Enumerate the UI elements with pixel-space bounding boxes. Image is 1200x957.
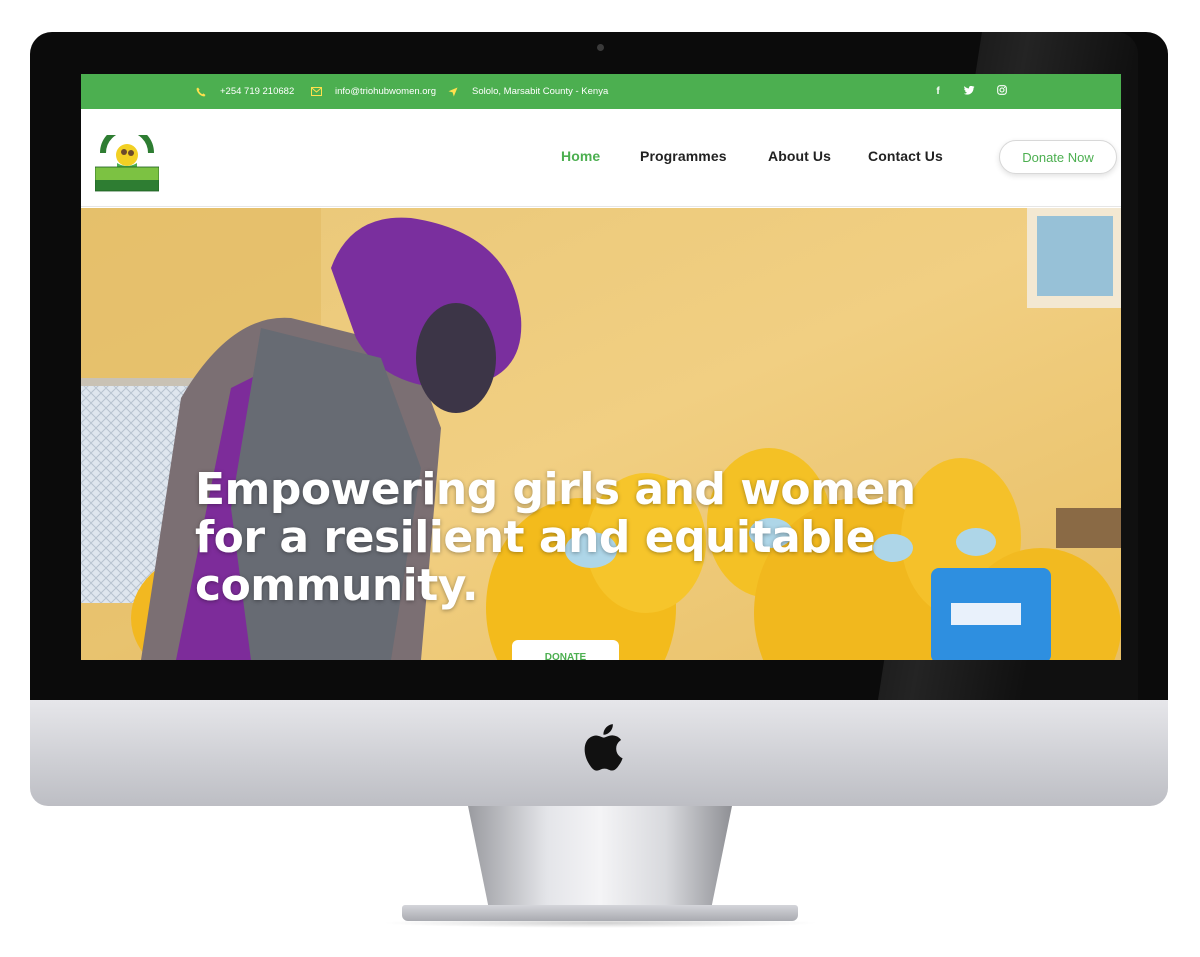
envelope-icon bbox=[310, 86, 322, 98]
social-instagram[interactable] bbox=[996, 74, 1008, 109]
contact-phone[interactable]: +254 719 210682 bbox=[195, 74, 294, 109]
instagram-icon[interactable] bbox=[996, 85, 1008, 98]
nav-contact-us[interactable]: Contact Us bbox=[868, 148, 943, 164]
twitter-icon[interactable] bbox=[963, 85, 975, 98]
apple-logo-icon bbox=[584, 724, 623, 771]
hero-banner: Empowering girls and women for a resilie… bbox=[81, 208, 1121, 660]
location-text: Sololo, Marsabit County - Kenya bbox=[472, 86, 609, 97]
contact-email[interactable]: info@triohubwomen.org bbox=[310, 74, 436, 109]
site-logo[interactable] bbox=[94, 126, 160, 193]
monitor-stand-neck bbox=[468, 806, 732, 910]
nav-programmes[interactable]: Programmes bbox=[640, 148, 727, 164]
social-facebook[interactable]: f bbox=[932, 74, 944, 109]
social-twitter[interactable] bbox=[963, 74, 975, 109]
phone-icon bbox=[195, 86, 207, 98]
monitor-screen: +254 719 210682 info@triohubwomen.org So… bbox=[81, 74, 1121, 660]
hero-headline: Empowering girls and women for a resilie… bbox=[195, 464, 916, 611]
desktop-mockup: +254 719 210682 info@triohubwomen.org So… bbox=[0, 0, 1200, 957]
facebook-icon[interactable]: f bbox=[932, 86, 944, 97]
contact-location: Sololo, Marsabit County - Kenya bbox=[447, 74, 608, 109]
webcam bbox=[597, 44, 604, 51]
nav-home[interactable]: Home bbox=[561, 148, 600, 164]
top-contact-bar: +254 719 210682 info@triohubwomen.org So… bbox=[81, 74, 1121, 109]
main-navbar: Home Programmes About Us Contact Us Dona… bbox=[81, 109, 1121, 207]
email-address: info@triohubwomen.org bbox=[335, 86, 437, 97]
location-arrow-icon bbox=[447, 86, 459, 98]
monitor-stand-foot bbox=[402, 905, 798, 921]
hero-donate-button[interactable]: DONATE bbox=[512, 640, 619, 660]
phone-number: +254 719 210682 bbox=[220, 86, 295, 97]
donate-now-button[interactable]: Donate Now bbox=[999, 140, 1117, 174]
nav-about-us[interactable]: About Us bbox=[768, 148, 831, 164]
logo-image bbox=[94, 126, 160, 192]
